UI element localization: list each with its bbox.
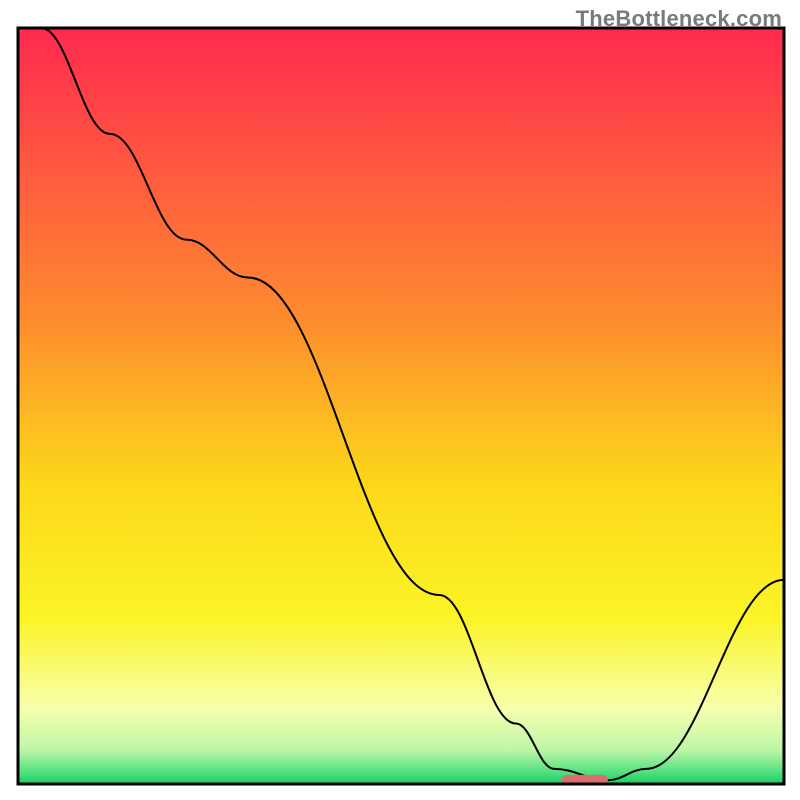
plot-background [18,28,784,784]
chart-container: TheBottleneck.com [0,0,800,800]
bottleneck-chart [0,0,800,800]
